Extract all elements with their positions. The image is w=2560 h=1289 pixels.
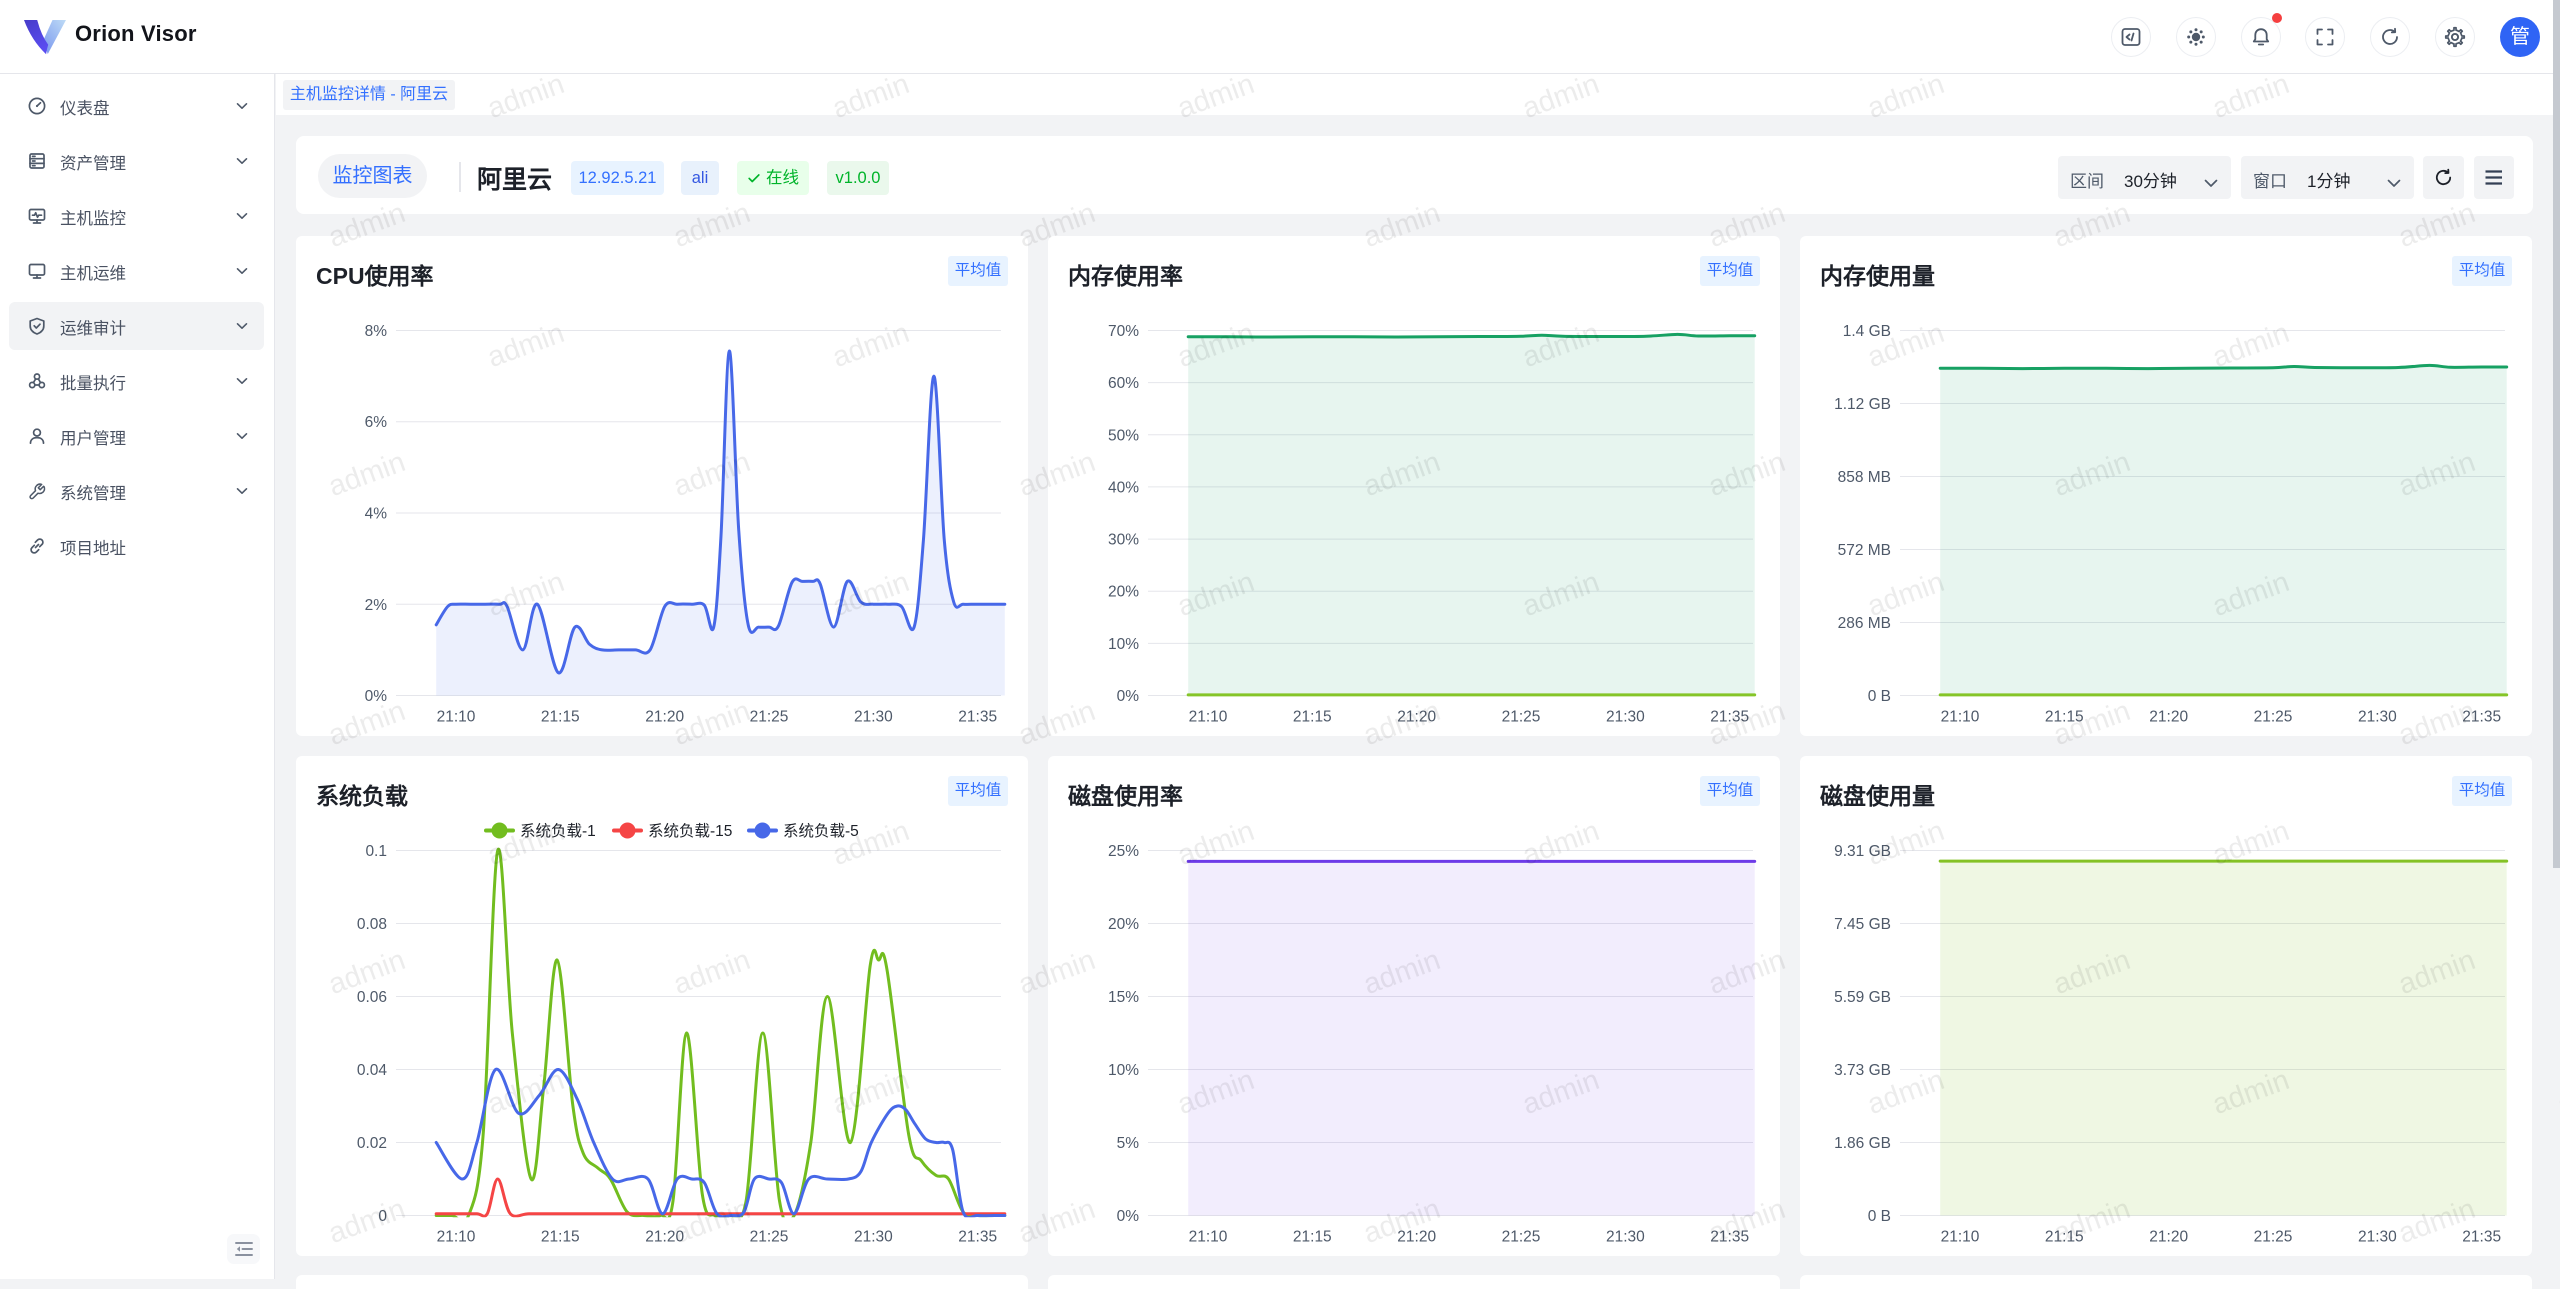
svg-text:21:25: 21:25	[2254, 1229, 2293, 1246]
svg-text:21:30: 21:30	[854, 709, 893, 726]
svg-text:21:30: 21:30	[2358, 709, 2397, 726]
svg-text:21:20: 21:20	[1397, 709, 1436, 726]
svg-text:2%: 2%	[365, 597, 388, 614]
svg-text:1.4 GB: 1.4 GB	[1843, 323, 1891, 340]
svg-text:21:10: 21:10	[437, 709, 476, 726]
svg-text:25%: 25%	[1108, 843, 1139, 860]
svg-text:30%: 30%	[1108, 532, 1139, 549]
svg-text:6%: 6%	[365, 414, 388, 431]
svg-text:10%: 10%	[1108, 1062, 1139, 1079]
svg-text:21:30: 21:30	[1606, 1229, 1645, 1246]
svg-text:1.12 GB: 1.12 GB	[1834, 396, 1891, 413]
svg-text:21:30: 21:30	[2358, 1229, 2397, 1246]
svg-text:21:10: 21:10	[1941, 709, 1980, 726]
svg-text:20%: 20%	[1108, 584, 1139, 601]
svg-text:21:15: 21:15	[541, 709, 580, 726]
svg-text:60%: 60%	[1108, 375, 1139, 392]
svg-text:9.31 GB: 9.31 GB	[1834, 843, 1891, 860]
svg-text:0.06: 0.06	[357, 989, 387, 1006]
svg-text:21:35: 21:35	[1710, 1229, 1749, 1246]
svg-text:5%: 5%	[1117, 1135, 1140, 1152]
svg-text:21:30: 21:30	[854, 1229, 893, 1246]
svg-text:系统负载-5: 系统负载-5	[783, 822, 859, 840]
svg-text:21:15: 21:15	[1293, 709, 1332, 726]
svg-text:21:15: 21:15	[2045, 709, 2084, 726]
svg-text:系统负载-15: 系统负载-15	[648, 822, 732, 840]
svg-text:21:25: 21:25	[2254, 709, 2293, 726]
svg-text:0%: 0%	[1117, 1208, 1140, 1225]
svg-text:21:10: 21:10	[1189, 1229, 1228, 1246]
svg-text:21:35: 21:35	[2462, 1229, 2501, 1246]
svg-text:0.02: 0.02	[357, 1135, 387, 1152]
svg-text:21:25: 21:25	[750, 1229, 789, 1246]
svg-text:70%: 70%	[1108, 323, 1139, 340]
svg-text:21:25: 21:25	[750, 709, 789, 726]
svg-text:0%: 0%	[365, 688, 388, 705]
svg-text:50%: 50%	[1108, 427, 1139, 444]
svg-text:7.45 GB: 7.45 GB	[1834, 916, 1891, 933]
svg-text:0.1: 0.1	[365, 843, 387, 860]
svg-text:5.59 GB: 5.59 GB	[1834, 989, 1891, 1006]
svg-text:0 B: 0 B	[1868, 1208, 1891, 1225]
svg-text:21:35: 21:35	[958, 709, 997, 726]
svg-text:21:35: 21:35	[1710, 709, 1749, 726]
svg-text:1.86 GB: 1.86 GB	[1834, 1135, 1891, 1152]
svg-text:3.73 GB: 3.73 GB	[1834, 1062, 1891, 1079]
svg-text:21:20: 21:20	[1397, 1229, 1436, 1246]
svg-text:0 B: 0 B	[1868, 688, 1891, 705]
svg-text:286 MB: 286 MB	[1838, 615, 1891, 632]
svg-text:15%: 15%	[1108, 989, 1139, 1006]
svg-text:21:20: 21:20	[645, 709, 684, 726]
svg-text:0: 0	[378, 1208, 387, 1225]
svg-text:40%: 40%	[1108, 479, 1139, 496]
svg-text:系统负载-1: 系统负载-1	[520, 822, 596, 840]
svg-text:858 MB: 858 MB	[1838, 469, 1891, 486]
svg-text:21:10: 21:10	[1189, 709, 1228, 726]
svg-text:21:15: 21:15	[2045, 1229, 2084, 1246]
svg-text:10%: 10%	[1108, 636, 1139, 653]
svg-text:21:10: 21:10	[437, 1229, 476, 1246]
svg-text:21:30: 21:30	[1606, 709, 1645, 726]
svg-text:21:20: 21:20	[645, 1229, 684, 1246]
svg-text:572 MB: 572 MB	[1838, 542, 1891, 559]
svg-text:4%: 4%	[365, 506, 388, 523]
svg-text:0%: 0%	[1117, 688, 1140, 705]
svg-text:0.08: 0.08	[357, 916, 387, 933]
svg-text:21:25: 21:25	[1502, 1229, 1541, 1246]
svg-text:21:20: 21:20	[2149, 1229, 2188, 1246]
svg-text:21:35: 21:35	[958, 1229, 997, 1246]
svg-text:21:20: 21:20	[2149, 709, 2188, 726]
svg-text:21:10: 21:10	[1941, 1229, 1980, 1246]
svg-text:20%: 20%	[1108, 916, 1139, 933]
svg-text:21:15: 21:15	[541, 1229, 580, 1246]
svg-text:21:15: 21:15	[1293, 1229, 1332, 1246]
svg-text:8%: 8%	[365, 323, 388, 340]
svg-text:21:25: 21:25	[1502, 709, 1541, 726]
svg-text:0.04: 0.04	[357, 1062, 388, 1079]
svg-text:21:35: 21:35	[2462, 709, 2501, 726]
